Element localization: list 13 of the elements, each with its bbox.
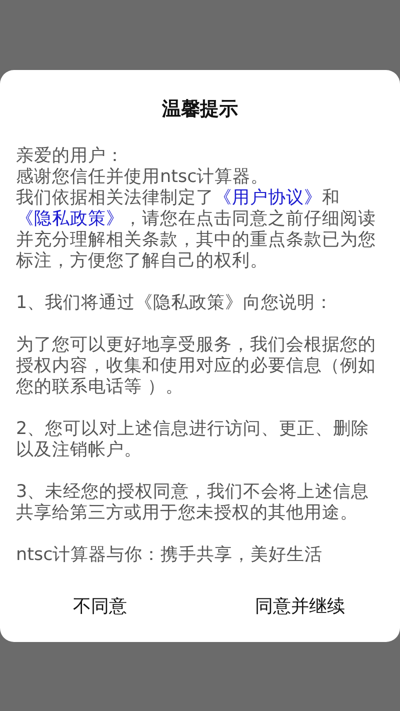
dialog-title: 温馨提示 [162, 97, 238, 122]
paragraph: 亲爱的用户： [16, 146, 125, 167]
paragraph: 感谢您信任并使用ntsc计算器。 [16, 167, 270, 188]
decline-button[interactable]: 不同意 [65, 588, 135, 624]
paragraph: 我们依据相关法律制定了《用户协议》和 《隐私政策》，请您在点击同意之前仔细阅读并充分理解相关条款，其中的重点条款已为您标注，方便您了解自己的权利。 [16, 188, 377, 272]
paragraph: 3、未经您的授权同意，我们不会将上述信息共享给第三方或用于您未授权的其他用途。 [16, 482, 370, 524]
paragraph: 为了您可以更好地享受服务，我们会根据您的授权内容，收集和使用对应的必要信息（例如您的联系电话等 ）。 [16, 335, 377, 398]
policy-link[interactable]: 《隐私政策》 [16, 209, 124, 229]
paragraph: 1、我们将通过《隐私政策》向您说明： [16, 293, 334, 314]
policy-link[interactable]: 《用户协议》 [214, 188, 322, 208]
paragraph: ntsc计算器与你：携手共享，美好生活 [16, 545, 324, 566]
accept-button[interactable]: 同意并继续 [247, 588, 353, 624]
paragraph: 2、您可以对上述信息进行访问、更正、删除以及注销帐户。 [16, 419, 370, 461]
